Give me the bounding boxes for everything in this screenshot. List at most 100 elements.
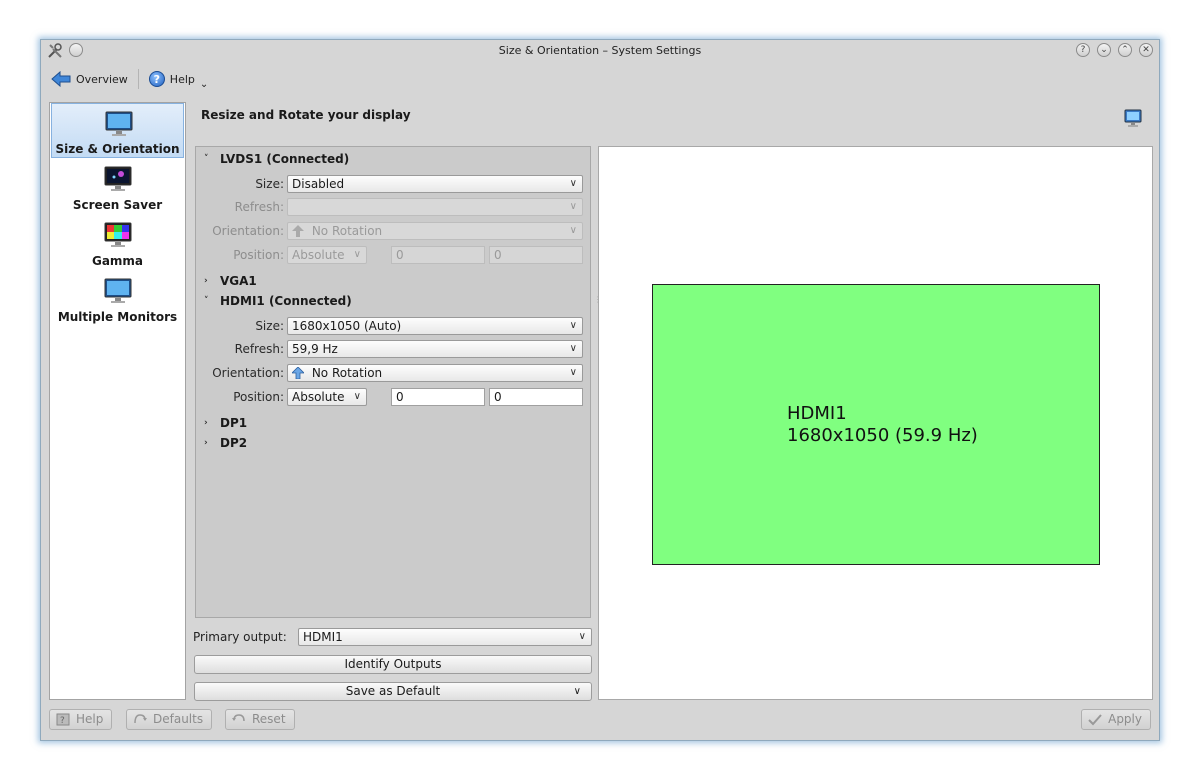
position-label: Position: (233, 390, 284, 404)
hdmi1-position-y-field[interactable]: 0 (489, 388, 583, 406)
output-header-lvds1[interactable]: ˅ LVDS1 (Connected) (204, 152, 349, 166)
chevron-down-icon[interactable]: ∨ (574, 683, 581, 700)
hdmi1-screen[interactable]: HDMI1 1680x1050 (59.9 Hz) (652, 284, 1100, 565)
lvds1-orientation-select[interactable]: No Rotation ∨ (287, 222, 583, 240)
sidebar-item-size-orientation[interactable]: Size & Orientation (51, 103, 184, 158)
hdmi1-position-mode-value: Absolute (292, 390, 345, 404)
hdmi1-size-value: 1680x1050 (Auto) (292, 319, 402, 333)
reset-label: Reset (252, 712, 286, 726)
gamma-icon (104, 222, 132, 247)
svg-text:?: ? (60, 716, 65, 726)
collapse-arrow-icon: ˅ (204, 296, 209, 306)
collapse-arrow-icon: ˅ (204, 154, 209, 164)
output-header-hdmi1[interactable]: ˅ HDMI1 (Connected) (204, 294, 352, 308)
window-title: Size & Orientation – System Settings (498, 44, 702, 57)
rotation-arrow-icon (292, 225, 304, 237)
screen-label: HDMI1 1680x1050 (59.9 Hz) (787, 403, 978, 447)
help-button[interactable]: ? Help ⌄ (145, 68, 212, 90)
close-button[interactable]: ✕ (1139, 43, 1153, 57)
overview-button[interactable]: Overview (47, 68, 132, 90)
refresh-label: Refresh: (234, 342, 284, 356)
size-label: Size: (255, 319, 284, 333)
lvds1-position-mode-value: Absolute (292, 248, 345, 262)
save-as-default-button[interactable]: Save as Default ∨ (194, 682, 592, 701)
screen-layout-preview: HDMI1 1680x1050 (59.9 Hz) (598, 146, 1153, 700)
chevron-down-icon: ∨ (569, 225, 577, 236)
maximize-button[interactable]: ⌃ (1118, 43, 1132, 57)
sidebar-item-multiple-monitors[interactable]: Multiple Monitors (51, 272, 184, 327)
lvds1-orientation-value: No Rotation (311, 224, 383, 238)
output-name: DP2 (220, 436, 248, 450)
output-header-dp1[interactable]: › DP1 (204, 416, 247, 430)
page-title: Resize and Rotate your display (201, 108, 411, 122)
hdmi1-size-select[interactable]: 1680x1050 (Auto) ∨ (287, 317, 583, 335)
lvds1-position-mode-select[interactable]: Absolute ∨ (287, 246, 367, 264)
hdmi1-position-mode-select[interactable]: Absolute ∨ (287, 388, 367, 406)
chevron-down-icon: ∨ (353, 391, 361, 402)
primary-output-label: Primary output: (193, 630, 287, 644)
help-menu-chevron-icon[interactable]: ⌄ (200, 79, 208, 90)
hdmi1-refresh-value: 59,9 Hz (292, 342, 338, 356)
system-settings-window: Size & Orientation – System Settings ? ⌄… (40, 39, 1160, 741)
orientation-label: Orientation: (212, 366, 284, 380)
title-bar: Size & Orientation – System Settings ? ⌄… (41, 40, 1159, 62)
overview-label: Overview (76, 72, 128, 86)
splitter-handle[interactable]: ⋮ (594, 295, 602, 305)
screen-name: HDMI1 (787, 403, 847, 424)
sidebar-item-label: Gamma (91, 254, 144, 268)
chevron-down-icon: ∨ (578, 631, 586, 642)
position-label: Position: (233, 248, 284, 262)
context-help-button[interactable]: ? (1076, 43, 1090, 57)
chevron-down-icon: ∨ (569, 320, 577, 331)
help-footer-button[interactable]: ? Help (49, 709, 113, 730)
output-header-vga1[interactable]: › VGA1 (204, 274, 257, 288)
output-header-dp2[interactable]: › DP2 (204, 436, 247, 450)
chevron-down-icon: ∨ (569, 178, 577, 189)
sidebar-item-screen-saver[interactable]: Screen Saver (51, 160, 184, 215)
identify-outputs-button[interactable]: Identify Outputs (194, 655, 592, 674)
help-footer-label: Help (76, 712, 104, 726)
hdmi1-refresh-select[interactable]: 59,9 Hz ∨ (287, 340, 583, 358)
lvds1-size-select[interactable]: Disabled ∨ (287, 175, 583, 193)
lvds1-refresh-select[interactable]: ∨ (287, 198, 583, 216)
multiple-monitors-icon (104, 278, 132, 303)
rotation-arrow-icon (292, 367, 304, 379)
toolbar: Overview ? Help ⌄ (47, 68, 212, 90)
reset-icon (232, 714, 245, 722)
screen-saver-icon (104, 166, 132, 191)
help-label: Help (169, 72, 195, 86)
size-label: Size: (255, 177, 284, 191)
sidebar-item-gamma[interactable]: Gamma (51, 216, 184, 271)
apply-label: Apply (1108, 712, 1142, 726)
outputs-panel: ˅ LVDS1 (Connected) Size: Disabled ∨ Ref… (195, 146, 591, 618)
hdmi1-orientation-select[interactable]: No Rotation ∨ (287, 364, 583, 382)
output-name: VGA1 (220, 274, 257, 288)
refresh-label: Refresh: (234, 200, 284, 214)
lvds1-position-y-field[interactable]: 0 (489, 246, 583, 264)
output-name: LVDS1 (Connected) (220, 152, 350, 166)
apply-button[interactable]: Apply (1081, 709, 1151, 730)
output-name: DP1 (220, 416, 248, 430)
identify-outputs-label: Identify Outputs (344, 657, 442, 671)
expand-arrow-icon: › (204, 438, 208, 448)
expand-arrow-icon: › (204, 276, 208, 286)
toolbar-separator (137, 69, 139, 89)
defaults-button[interactable]: Defaults (126, 709, 213, 730)
lvds1-position-x-field[interactable]: 0 (391, 246, 485, 264)
minimize-button[interactable]: ⌄ (1097, 43, 1111, 57)
display-settings-icon[interactable] (1123, 108, 1143, 128)
sidebar-item-label: Multiple Monitors (57, 310, 178, 324)
sidebar-item-label: Size & Orientation (55, 142, 180, 156)
defaults-icon (134, 714, 147, 724)
help-icon: ? (148, 71, 165, 87)
chevron-down-icon: ∨ (569, 201, 577, 212)
hdmi1-position-x-field[interactable]: 0 (391, 388, 485, 406)
primary-output-select[interactable]: HDMI1 ∨ (298, 628, 592, 646)
sidebar: Size & Orientation Screen Saver Gamma Mu… (49, 102, 186, 700)
chevron-down-icon: ∨ (569, 367, 577, 378)
help-book-icon: ? (56, 713, 70, 726)
back-arrow-icon (51, 71, 71, 87)
screen-mode: 1680x1050 (59.9 Hz) (787, 425, 978, 446)
chevron-down-icon: ∨ (569, 343, 577, 354)
reset-button[interactable]: Reset (225, 709, 295, 730)
